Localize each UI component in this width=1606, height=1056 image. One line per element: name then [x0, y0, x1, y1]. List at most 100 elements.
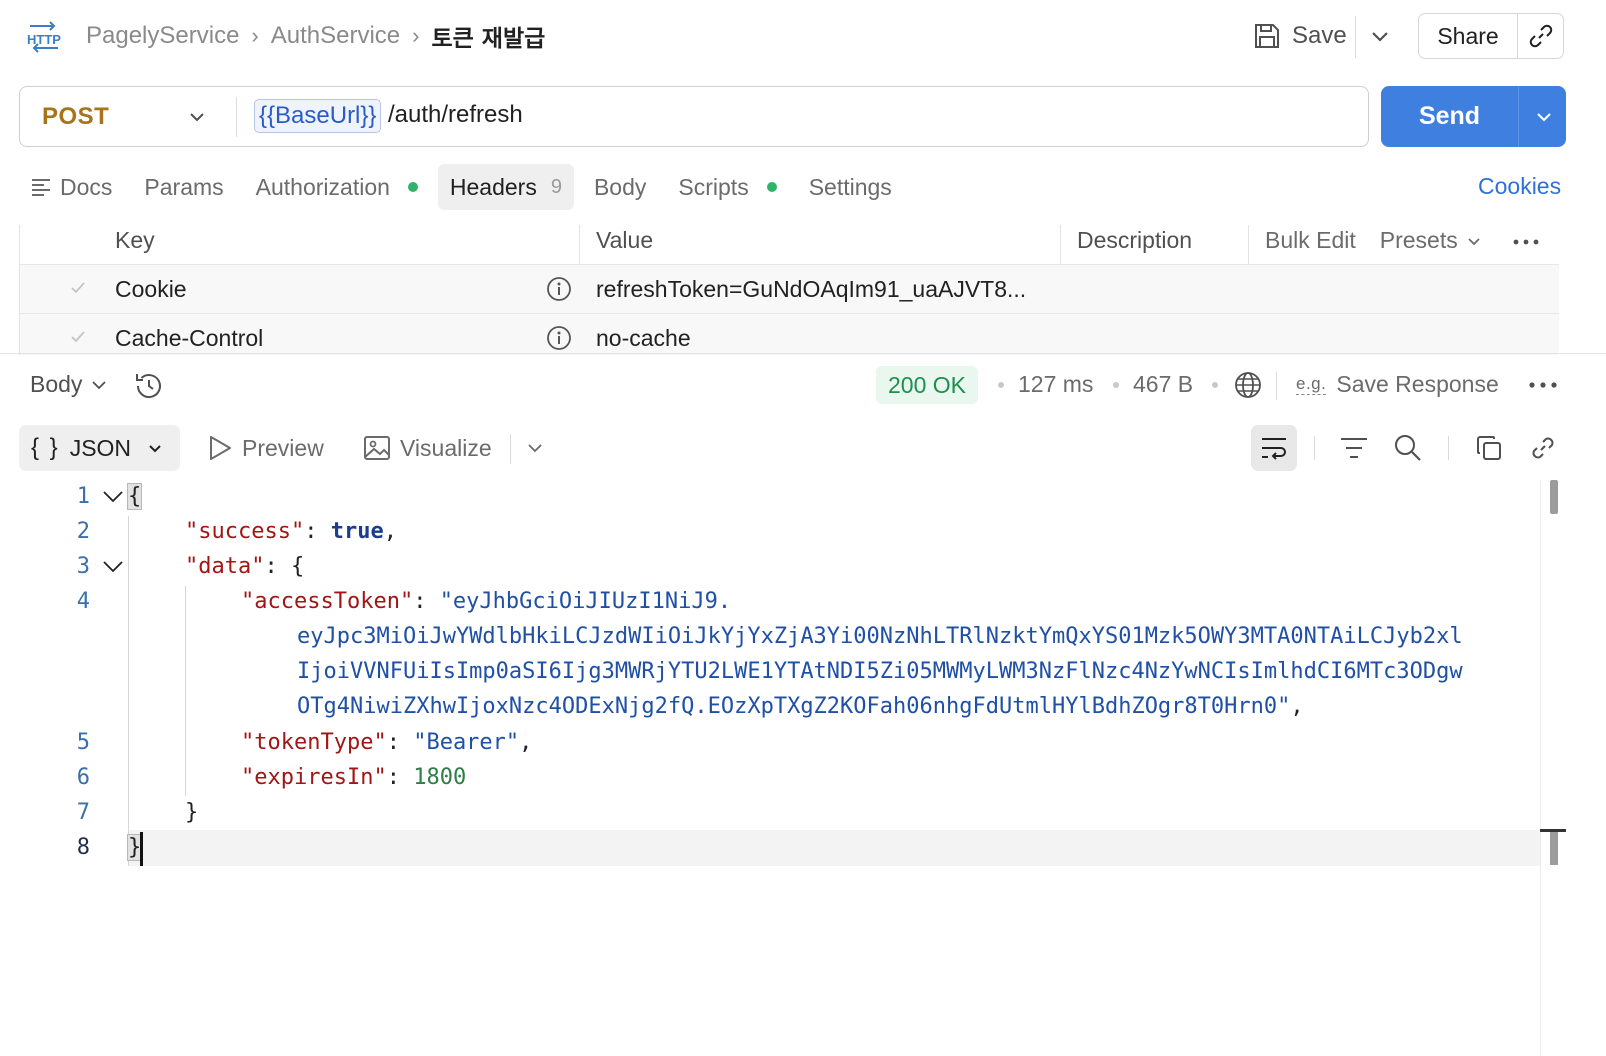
share-button[interactable]: Share — [1419, 23, 1517, 50]
text-cursor — [140, 832, 143, 866]
tab-settings[interactable]: Settings — [797, 164, 904, 210]
save-label: Save — [1292, 22, 1347, 49]
table-header-row: Key Value Description Bulk Edit Presets — [20, 225, 1559, 265]
header-value[interactable]: no-cache — [596, 325, 691, 352]
header-key[interactable]: Cookie — [115, 276, 187, 303]
code-line: "expiresIn": 1800 — [241, 765, 467, 790]
response-code-editor[interactable]: 1 2 3 4 5 6 7 8 { "success": true, "data… — [0, 480, 1540, 1056]
pane-divider[interactable] — [0, 353, 1606, 354]
breadcrumb-workspace[interactable]: PagelyService — [86, 22, 239, 50]
fold-chevron-icon[interactable] — [102, 488, 124, 506]
preview-button[interactable]: Preview — [206, 433, 324, 463]
column-header-value: Value — [596, 227, 654, 253]
preview-label: Preview — [242, 434, 324, 461]
tab-params-label: Params — [144, 173, 224, 200]
format-label: JSON — [69, 434, 132, 461]
presets-label: Presets — [1379, 227, 1458, 253]
response-size[interactable]: 467 B — [1133, 371, 1193, 398]
response-body-label: Body — [30, 371, 83, 397]
copy-link-button[interactable] — [1520, 425, 1566, 471]
json-key: "expiresIn" — [241, 765, 387, 790]
cookies-link[interactable]: Cookies — [1478, 173, 1561, 200]
checkbox-checked-icon[interactable] — [68, 327, 88, 347]
editor-scrollbar[interactable] — [1540, 480, 1560, 1056]
response-time[interactable]: 127 ms — [1018, 371, 1093, 398]
column-header-key: Key — [115, 227, 155, 253]
search-icon — [1395, 435, 1421, 461]
code-line-wrapped: eyJpc3MiOiJwYWdlbHkiLCJzdWIiOiJkYjYxZjA3… — [297, 624, 1463, 649]
tab-scripts[interactable]: Scripts — [666, 164, 788, 210]
format-select[interactable]: { } JSON — [19, 425, 180, 471]
divider — [1314, 436, 1315, 460]
save-button[interactable]: Save — [1252, 16, 1347, 56]
code-line: "accessToken": "eyJhbGciOiJIUzI1NiJ9. — [241, 589, 732, 614]
separator-dot — [1212, 382, 1218, 388]
json-number: 1800 — [413, 765, 467, 790]
breadcrumb-request-name[interactable]: 토큰 재발급 — [431, 19, 545, 53]
json-key: "tokenType" — [241, 730, 387, 755]
chevron-down-icon[interactable] — [186, 106, 208, 128]
cursor-position-marker — [1540, 829, 1566, 865]
search-button[interactable] — [1385, 425, 1431, 471]
chevron-down-icon[interactable] — [524, 437, 546, 459]
more-options-icon[interactable] — [1512, 237, 1540, 247]
divider — [236, 97, 237, 137]
tab-docs-label: Docs — [60, 173, 113, 200]
tab-settings-label: Settings — [808, 173, 892, 200]
json-boolean: true — [330, 519, 384, 544]
json-key: "data" — [185, 554, 265, 579]
bulk-edit-button[interactable]: Bulk Edit — [1265, 227, 1356, 254]
save-response-label: Save Response — [1336, 371, 1499, 397]
chevron-down-icon[interactable] — [1368, 24, 1392, 48]
info-icon[interactable] — [546, 325, 572, 351]
wrap-lines-button[interactable] — [1251, 425, 1297, 471]
chevron-down-icon[interactable] — [1533, 106, 1555, 128]
wrap-lines-icon — [1262, 438, 1286, 460]
table-actions: Bulk Edit Presets — [1265, 225, 1540, 254]
line-number: 4 — [76, 589, 90, 614]
matched-brace: { — [126, 483, 143, 510]
send-button-group: Send — [1381, 86, 1566, 147]
svg-text:HTTP: HTTP — [27, 32, 61, 47]
breadcrumb-folder[interactable]: AuthService — [271, 22, 400, 50]
more-options-icon[interactable] — [1528, 380, 1558, 390]
link-icon — [1532, 437, 1554, 459]
code-line: "data": { — [185, 554, 305, 579]
base-url-variable[interactable]: {{BaseUrl}} — [254, 99, 382, 133]
info-icon[interactable] — [546, 276, 572, 302]
tab-docs[interactable]: Docs — [30, 164, 124, 210]
share-group: Share — [1418, 13, 1564, 59]
tab-headers[interactable]: Headers 9 — [437, 164, 574, 210]
line-number: 5 — [76, 730, 90, 755]
method-select[interactable]: POST — [42, 103, 109, 131]
line-number: 1 — [76, 484, 90, 509]
top-bar: HTTP PagelyService › AuthService › 토큰 재발… — [0, 0, 1606, 72]
json-string: OTg4NiwiZXhwIjoxNzc4ODExNjg2fQ.EOzXpTXgZ… — [297, 694, 1291, 719]
copy-button[interactable] — [1466, 425, 1512, 471]
visualize-button[interactable]: Visualize — [362, 433, 492, 463]
header-value[interactable]: refreshToken=GuNdOAqIm91_uaAJVT8... — [596, 276, 1026, 303]
save-response-button[interactable]: e.g. Save Response — [1296, 371, 1499, 398]
globe-icon[interactable] — [1234, 371, 1262, 399]
checkbox-checked-icon[interactable] — [68, 278, 88, 298]
status-badge[interactable]: 200 OK — [876, 366, 978, 404]
url-input[interactable]: /auth/refresh — [388, 101, 523, 129]
separator-dot — [998, 382, 1004, 388]
copy-link-button[interactable] — [1518, 23, 1563, 49]
header-key[interactable]: Cache-Control — [115, 325, 263, 352]
presets-dropdown[interactable]: Presets — [1380, 227, 1484, 254]
chevron-right-icon: › — [251, 23, 259, 48]
send-button[interactable]: Send — [1381, 86, 1518, 147]
scrollbar-thumb[interactable] — [1550, 480, 1558, 514]
fold-chevron-icon[interactable] — [102, 558, 124, 576]
json-string: "eyJhbGciOiJIUzI1NiJ9. — [439, 589, 732, 614]
column-header-description: Description — [1077, 227, 1193, 253]
tab-body[interactable]: Body — [582, 164, 658, 210]
tab-params[interactable]: Params — [132, 164, 235, 210]
chevron-down-icon — [1468, 237, 1480, 245]
tab-authorization[interactable]: Authorization — [244, 164, 430, 210]
response-body-dropdown[interactable]: Body — [30, 371, 110, 398]
filter-button[interactable] — [1331, 425, 1377, 471]
divider — [1276, 372, 1277, 400]
history-icon[interactable] — [132, 369, 166, 403]
